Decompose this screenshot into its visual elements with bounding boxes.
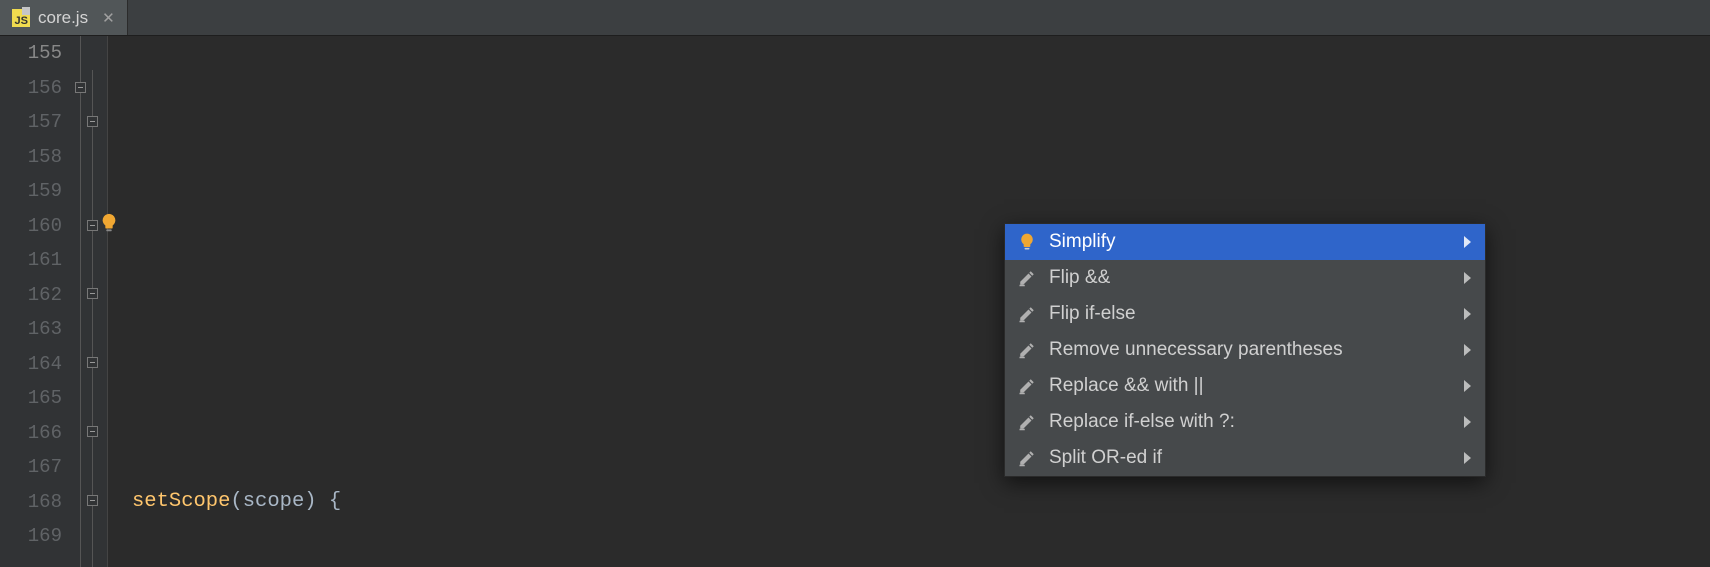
pencil-icon — [1017, 340, 1037, 360]
line-number: 155 — [0, 36, 62, 71]
intention-item-replace-ternary[interactable]: Replace if-else with ?: — [1005, 404, 1485, 440]
intention-label: Replace && with || — [1049, 375, 1204, 397]
intention-item-remove-parens[interactable]: Remove unnecessary parentheses — [1005, 332, 1485, 368]
bulb-icon — [1017, 232, 1037, 252]
line-number: 163 — [0, 312, 62, 347]
submenu-arrow-icon — [1464, 380, 1471, 392]
fold-marker[interactable] — [75, 82, 86, 93]
code-line: setScope(scope) { — [132, 485, 1710, 520]
intention-actions-popup: Simplify Flip && Flip if-else Remove unn… — [1004, 223, 1486, 477]
tab-filename: core.js — [38, 8, 88, 28]
pencil-icon — [1017, 412, 1037, 432]
submenu-arrow-icon — [1464, 236, 1471, 248]
fold-marker[interactable] — [87, 426, 98, 437]
fold-marker[interactable] — [87, 288, 98, 299]
tab-bar: JS core.js ✕ — [0, 0, 1710, 36]
submenu-arrow-icon — [1464, 272, 1471, 284]
pencil-icon — [1017, 448, 1037, 468]
line-number: 167 — [0, 450, 62, 485]
fold-gutter — [72, 36, 108, 567]
line-number: 156 — [0, 71, 62, 106]
intention-item-flip-and[interactable]: Flip && — [1005, 260, 1485, 296]
pencil-icon — [1017, 304, 1037, 324]
close-icon[interactable]: ✕ — [102, 9, 115, 27]
line-number: 164 — [0, 347, 62, 382]
line-number: 162 — [0, 278, 62, 313]
intention-bulb-icon[interactable] — [98, 212, 120, 234]
submenu-arrow-icon — [1464, 416, 1471, 428]
tab-core-js[interactable]: JS core.js ✕ — [0, 0, 128, 35]
line-number: 168 — [0, 485, 62, 520]
line-number: 165 — [0, 381, 62, 416]
fold-marker[interactable] — [87, 357, 98, 368]
intention-label: Simplify — [1049, 231, 1116, 253]
line-number-gutter: 155 156 157 158 159 160 161 162 163 164 … — [0, 36, 72, 567]
line-number: 169 — [0, 519, 62, 554]
submenu-arrow-icon — [1464, 452, 1471, 464]
intention-item-flip-ifelse[interactable]: Flip if-else — [1005, 296, 1485, 332]
line-number: 158 — [0, 140, 62, 175]
intention-label: Remove unnecessary parentheses — [1049, 339, 1343, 361]
line-number: 166 — [0, 416, 62, 451]
intention-label: Replace if-else with ?: — [1049, 411, 1235, 433]
intention-label: Flip if-else — [1049, 303, 1136, 325]
pencil-icon — [1017, 376, 1037, 396]
pencil-icon — [1017, 268, 1037, 288]
intention-label: Split OR-ed if — [1049, 447, 1162, 469]
submenu-arrow-icon — [1464, 344, 1471, 356]
line-number: 159 — [0, 174, 62, 209]
intention-item-simplify[interactable]: Simplify — [1005, 224, 1485, 260]
line-number: 157 — [0, 105, 62, 140]
submenu-arrow-icon — [1464, 308, 1471, 320]
intention-item-replace-and-or[interactable]: Replace && with || — [1005, 368, 1485, 404]
js-file-icon: JS — [12, 9, 30, 27]
fold-marker[interactable] — [87, 116, 98, 127]
line-number: 160 — [0, 209, 62, 244]
intention-label: Flip && — [1049, 267, 1110, 289]
intention-item-split-or[interactable]: Split OR-ed if — [1005, 440, 1485, 476]
line-number: 161 — [0, 243, 62, 278]
fold-marker[interactable] — [87, 220, 98, 231]
fold-marker[interactable] — [87, 495, 98, 506]
